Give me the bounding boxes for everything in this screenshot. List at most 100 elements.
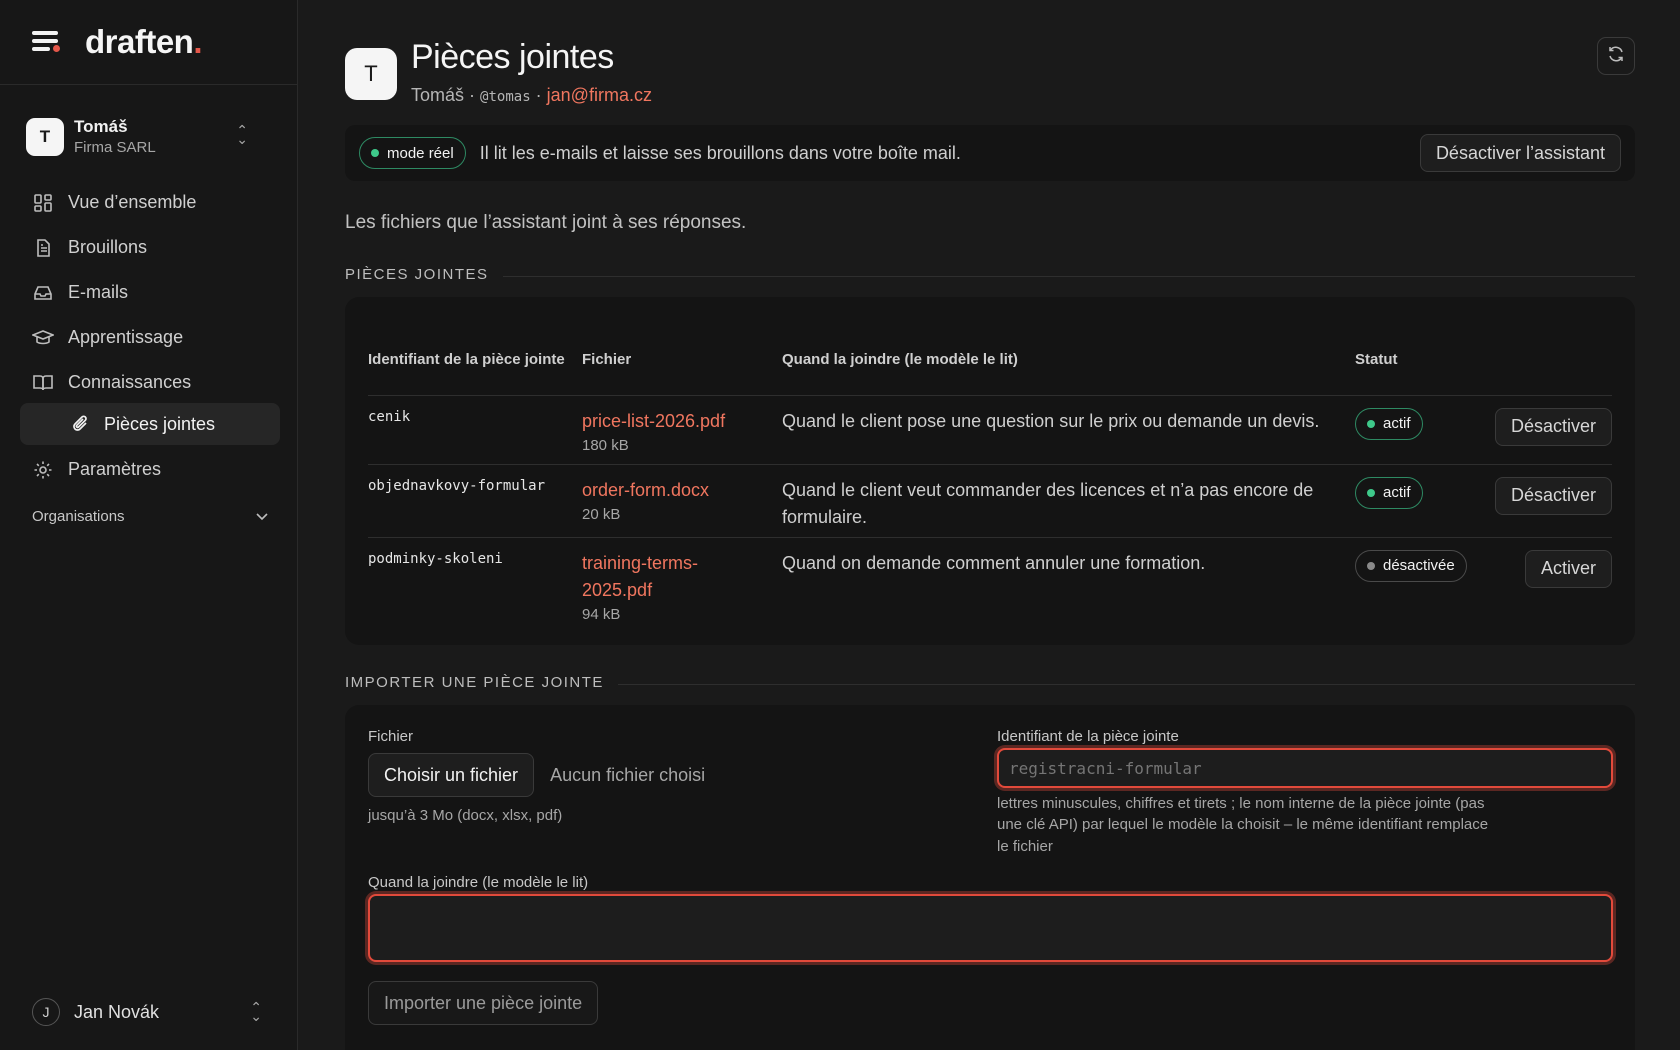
attachments-table-card: Identifiant de la pièce jointe Fichier Q… xyxy=(345,297,1635,645)
deactivate-button[interactable]: Désactiver xyxy=(1494,476,1612,515)
chevron-updown-icon: ⌃ ⌄ xyxy=(250,999,262,1024)
attachment-when: Quand on demande comment annuler une for… xyxy=(782,552,1206,573)
file-link[interactable]: training-terms-2025.pdf xyxy=(582,550,732,604)
sidebar-item-learning[interactable]: Apprentissage xyxy=(20,315,280,360)
page-subtitle: Tomáš · @tomas · jan@firma.cz xyxy=(411,85,652,106)
status-label: désactivée xyxy=(1383,557,1455,574)
sidebar-item-drafts[interactable]: Brouillons xyxy=(20,225,280,270)
page-title: Pièces jointes xyxy=(411,38,614,76)
grid-icon xyxy=(32,192,54,214)
sidebar: draften. T Tomáš Firma SARL ⌃ ⌄ Vue d’ens… xyxy=(0,0,298,1050)
file-picker: Choisir un fichier Aucun fichier choisi xyxy=(368,753,705,797)
file-size: 20 kB xyxy=(582,505,621,523)
sidebar-item-label: Brouillons xyxy=(68,237,148,257)
file-hint: jusqu’à 3 Mo (docx, xlsx, pdf) xyxy=(368,807,563,824)
attachment-when: Quand le client veut commander des licen… xyxy=(782,464,1355,538)
deactivate-button[interactable]: Désactiver xyxy=(1494,407,1612,446)
paperclip-icon xyxy=(70,413,92,435)
column-header-id: Identifiant de la pièce jointe xyxy=(368,325,582,396)
account-org: Firma SARL xyxy=(74,139,156,157)
banner-text: Il lit les e-mails et laisse ses brouill… xyxy=(479,142,961,163)
page-description: Les fichiers que l’assistant joint à ses… xyxy=(345,212,747,233)
sidebar-item-label: Pièces jointes xyxy=(104,413,216,434)
sidebar-item-label: Vue d’ensemble xyxy=(68,192,197,212)
subtitle-handle: @tomas xyxy=(480,89,531,105)
mode-label: mode réel xyxy=(387,144,454,162)
brand: draften. xyxy=(0,0,297,85)
activate-button[interactable]: Activer xyxy=(1524,549,1612,588)
attachment-id-input[interactable] xyxy=(997,748,1613,788)
user-menu[interactable]: J Jan Novák ⌃ ⌄ xyxy=(32,995,268,1029)
sidebar-item-settings[interactable]: Paramètres xyxy=(20,447,280,492)
status-dot-icon xyxy=(1367,419,1375,428)
sidebar-item-overview[interactable]: Vue d’ensemble xyxy=(20,180,280,225)
account-avatar: T xyxy=(26,118,64,156)
status-dot-icon xyxy=(371,149,379,157)
attachment-id: cenik xyxy=(368,395,582,465)
logo[interactable]: draften. xyxy=(85,23,202,61)
column-header-file: Fichier xyxy=(582,325,782,396)
file-link[interactable]: price-list-2026.pdf xyxy=(582,408,772,435)
attachment-id-label: Identifiant de la pièce jointe xyxy=(997,728,1179,745)
import-attachment-button[interactable]: Importer une pièce jointe xyxy=(368,981,599,1025)
account-switcher[interactable]: T Tomáš Firma SARL ⌃ ⌄ xyxy=(26,112,276,162)
account-name: Tomáš xyxy=(74,117,128,137)
deactivate-assistant-button[interactable]: Désactiver l’assistant xyxy=(1419,134,1621,172)
attachment-id: podminky-skoleni xyxy=(368,550,503,567)
organisations-label: Organisations xyxy=(32,508,125,525)
when-label: Quand la joindre (le modèle le lit) xyxy=(368,874,589,891)
table-row: objednavkovy-formular order-form.docx 20… xyxy=(368,464,1612,538)
status-badge: actif xyxy=(1355,476,1423,509)
status-badge: désactivée xyxy=(1355,549,1467,582)
sidebar-item-emails[interactable]: E-mails xyxy=(20,270,280,315)
book-icon xyxy=(32,372,54,394)
column-header-status: Statut xyxy=(1355,325,1487,396)
graduation-cap-icon xyxy=(32,327,54,349)
table-row: podminky-skoleni training-terms-2025.pdf… xyxy=(368,537,1612,633)
refresh-button[interactable] xyxy=(1597,37,1635,75)
menu-icon[interactable] xyxy=(32,31,60,53)
file-link[interactable]: order-form.docx xyxy=(582,477,772,504)
choose-file-button[interactable]: Choisir un fichier xyxy=(368,753,535,797)
page-avatar: T xyxy=(345,48,397,100)
status-label: actif xyxy=(1383,484,1411,501)
sidebar-item-knowledge[interactable]: Connaissances xyxy=(20,360,280,405)
when-textarea[interactable] xyxy=(368,894,1613,962)
attachments-table: Identifiant de la pièce jointe Fichier Q… xyxy=(368,325,1612,633)
sidebar-item-label: Paramètres xyxy=(68,459,162,479)
status-dot-icon xyxy=(1367,488,1375,497)
sidebar-item-label: Apprentissage xyxy=(68,327,184,347)
file-size: 180 kB xyxy=(582,436,629,454)
organisations-toggle[interactable]: Organisations xyxy=(32,508,268,525)
user-avatar: J xyxy=(32,998,60,1026)
refresh-icon xyxy=(1607,45,1625,68)
column-header-actions xyxy=(1487,325,1612,396)
sidebar-item-label: Connaissances xyxy=(68,372,192,392)
subtitle-email[interactable]: jan@firma.cz xyxy=(547,85,652,105)
status-label: actif xyxy=(1383,415,1411,432)
chevron-updown-icon: ⌃ ⌄ xyxy=(236,122,248,147)
user-name: Jan Novák xyxy=(74,1001,160,1022)
subtitle-separator: · xyxy=(469,85,476,105)
attachment-when: Quand le client pose une question sur le… xyxy=(782,395,1355,465)
attachment-id: objednavkovy-formular xyxy=(368,464,582,538)
mode-badge: mode réel xyxy=(359,137,466,169)
status-dot-icon xyxy=(1367,561,1375,570)
file-label: Fichier xyxy=(368,728,414,745)
column-header-when: Quand la joindre (le modèle le lit) xyxy=(782,325,1355,396)
chevron-down-icon xyxy=(256,508,268,525)
file-size: 94 kB xyxy=(582,605,621,623)
table-header-row: Identifiant de la pièce jointe Fichier Q… xyxy=(368,325,1612,396)
import-section-label: IMPORTER UNE PIÈCE JOINTE xyxy=(345,674,604,691)
subtitle-separator: · xyxy=(535,85,542,105)
no-file-text: Aucun fichier choisi xyxy=(550,764,706,785)
attachment-id-hint: lettres minuscules, chiffres et tirets ;… xyxy=(997,795,1489,855)
subtitle-name: Tomáš xyxy=(411,85,465,105)
attachments-section-title: PIÈCES JOINTES xyxy=(345,266,1635,283)
table-row: cenik price-list-2026.pdf 180 kB Quand l… xyxy=(368,395,1612,465)
sidebar-item-attachments[interactable]: Pièces jointes xyxy=(20,403,280,445)
sidebar-item-label: E-mails xyxy=(68,282,129,302)
sidebar-nav: Vue d’ensemble Brouillons E-mails Appren… xyxy=(20,180,280,492)
gear-icon xyxy=(32,459,54,481)
import-form-card: Fichier Choisir un fichier Aucun fichier… xyxy=(345,705,1635,1050)
